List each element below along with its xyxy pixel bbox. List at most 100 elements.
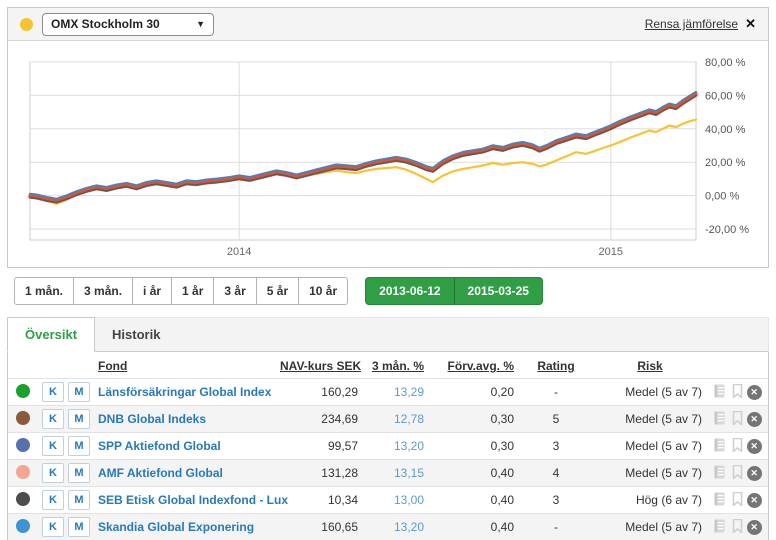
period-button-3-år[interactable]: 3 år — [213, 277, 257, 305]
header-3-man[interactable]: 3 mån. % — [362, 352, 428, 379]
buy-button[interactable]: K — [42, 409, 64, 429]
three-month-return-link[interactable]: 12,78 — [394, 412, 424, 426]
header-k-spacer — [38, 352, 64, 379]
period-button-1-mån-[interactable]: 1 mån. — [14, 277, 75, 305]
buy-button[interactable]: K — [42, 463, 64, 483]
table-row: K M DNB Global Indeks 234,69 12,78 0,30 … — [8, 405, 768, 433]
remove-fund-icon[interactable]: ✕ — [746, 439, 762, 455]
notebook-icon — [713, 465, 726, 482]
table-row: K M AMF Aktiefond Global 131,28 13,15 0,… — [8, 459, 768, 487]
buy-button[interactable]: K — [42, 517, 64, 537]
fund-name-link[interactable]: AMF Aktiefond Global — [98, 466, 223, 480]
fund-name-link[interactable]: SPP Aktiefond Global — [98, 439, 221, 453]
three-month-return-link[interactable]: 13,29 — [394, 385, 424, 399]
period-button-1-år[interactable]: 1 år — [171, 277, 215, 305]
risk-value: Medel (5 av 7) — [594, 378, 706, 406]
monthly-savings-button[interactable]: M — [68, 409, 90, 429]
fund-color-dot — [16, 491, 30, 506]
fund-name-link[interactable]: Skandia Global Exponering — [98, 520, 254, 534]
fund-color-dot — [16, 410, 30, 425]
fund-color-dot — [16, 518, 30, 533]
range-end-button[interactable]: 2015-03-25 — [454, 277, 543, 305]
svg-text:2015: 2015 — [599, 246, 623, 258]
remove-fund-icon[interactable]: ✕ — [746, 466, 762, 482]
risk-value: Medel (5 av 7) — [594, 432, 706, 460]
buy-button[interactable]: K — [42, 490, 64, 510]
svg-text:80,00 %: 80,00 % — [705, 57, 746, 69]
buy-button[interactable]: K — [42, 382, 64, 402]
management-fee-value: 0,40 — [428, 486, 518, 514]
tab-historik[interactable]: Historik — [95, 318, 177, 351]
svg-text:20,00 %: 20,00 % — [705, 157, 746, 169]
header-rating[interactable]: Rating — [518, 352, 594, 379]
clear-comparison: Rensa jämförelse ✕ — [645, 16, 756, 32]
header-icons-spacer — [706, 352, 768, 379]
benchmark-color-dot — [20, 17, 33, 31]
clear-comparison-link[interactable]: Rensa jämförelse — [645, 17, 738, 31]
header-forv-avg[interactable]: Förv.avg. % — [428, 352, 518, 379]
period-button-10-år[interactable]: 10 år — [298, 277, 349, 305]
performance-chart: 80,00 % 60,00 % 40,00 % 20,00 % 0,00 % -20,00… — [8, 41, 768, 267]
remove-fund-icon[interactable]: ✕ — [746, 412, 762, 428]
header-fond[interactable]: Fond — [94, 352, 276, 379]
tab-historik-label: Historik — [112, 327, 161, 342]
nav-value: 10,34 — [276, 486, 362, 514]
bookmark-icon — [732, 437, 743, 455]
nav-value: 99,57 — [276, 432, 362, 460]
table-row: K M Skandia Global Exponering 160,65 13,… — [8, 513, 768, 540]
benchmark-select[interactable]: OMX Stockholm 30 ▼ — [42, 12, 214, 36]
buy-button[interactable]: K — [42, 436, 64, 456]
chart-panel: OMX Stockholm 30 ▼ Rensa jämförelse ✕ 80… — [7, 7, 769, 268]
fund-name-link[interactable]: Länsförsäkringar Global Index — [98, 385, 271, 399]
header-risk[interactable]: Risk — [594, 352, 706, 379]
period-button-i-år[interactable]: i år — [132, 277, 173, 305]
table-row: K M SPP Aktiefond Global 99,57 13,20 0,3… — [8, 432, 768, 460]
monthly-savings-button[interactable]: M — [68, 382, 90, 402]
tab-oversikt-label: Översikt — [25, 327, 78, 342]
management-fee-value: 0,30 — [428, 432, 518, 460]
close-icon[interactable]: ✕ — [745, 16, 756, 32]
three-month-return-link[interactable]: 13,20 — [394, 520, 424, 534]
three-month-return-link[interactable]: 13,00 — [394, 493, 424, 507]
period-button-3-mån-[interactable]: 3 mån. — [73, 277, 134, 305]
performance-chart-svg: 80,00 % 60,00 % 40,00 % 20,00 % 0,00 % -20,00… — [27, 57, 749, 258]
monthly-savings-button[interactable]: M — [68, 490, 90, 510]
period-button-5-år[interactable]: 5 år — [255, 277, 300, 305]
svg-text:-20,00 %: -20,00 % — [705, 224, 749, 236]
svg-text:40,00 %: 40,00 % — [705, 124, 746, 136]
bookmark-icon — [732, 518, 743, 536]
fund-color-dot — [16, 383, 30, 398]
rating-value: 4 — [518, 459, 594, 487]
risk-value: Medel (5 av 7) — [594, 459, 706, 487]
rating-value: - — [518, 378, 594, 406]
risk-value: Medel (5 av 7) — [594, 513, 706, 540]
notebook-icon — [713, 492, 726, 509]
tab-bar: Översikt Historik — [7, 317, 769, 352]
monthly-savings-button[interactable]: M — [68, 517, 90, 537]
notebook-icon — [713, 384, 726, 401]
remove-fund-icon[interactable]: ✕ — [746, 520, 762, 536]
notebook-icon — [713, 411, 726, 428]
bookmark-icon — [732, 410, 743, 428]
header-nav-kurs[interactable]: NAV-kurs SEK — [276, 352, 362, 379]
nav-value: 131,28 — [276, 459, 362, 487]
remove-fund-icon[interactable]: ✕ — [746, 385, 762, 401]
range-start-button[interactable]: 2013-06-12 — [365, 277, 455, 305]
nav-value: 160,65 — [276, 513, 362, 540]
remove-fund-icon[interactable]: ✕ — [746, 493, 762, 509]
three-month-return-link[interactable]: 13,15 — [394, 466, 424, 480]
fund-comparison-widget: OMX Stockholm 30 ▼ Rensa jämförelse ✕ 80… — [7, 7, 769, 540]
monthly-savings-button[interactable]: M — [68, 463, 90, 483]
fund-name-link[interactable]: DNB Global Indeks — [98, 412, 206, 426]
fund-name-link[interactable]: SEB Etisk Global Indexfond - Lux — [98, 493, 288, 507]
tab-oversikt[interactable]: Översikt — [7, 317, 96, 352]
three-month-return-link[interactable]: 13,20 — [394, 439, 424, 453]
management-fee-value: 0,30 — [428, 405, 518, 433]
rating-value: 3 — [518, 432, 594, 460]
notebook-icon — [713, 438, 726, 455]
monthly-savings-button[interactable]: M — [68, 436, 90, 456]
bookmark-icon — [732, 383, 743, 401]
svg-text:2014: 2014 — [227, 246, 251, 258]
header-m-spacer — [64, 352, 94, 379]
dropdown-arrow-icon: ▼ — [196, 19, 205, 29]
